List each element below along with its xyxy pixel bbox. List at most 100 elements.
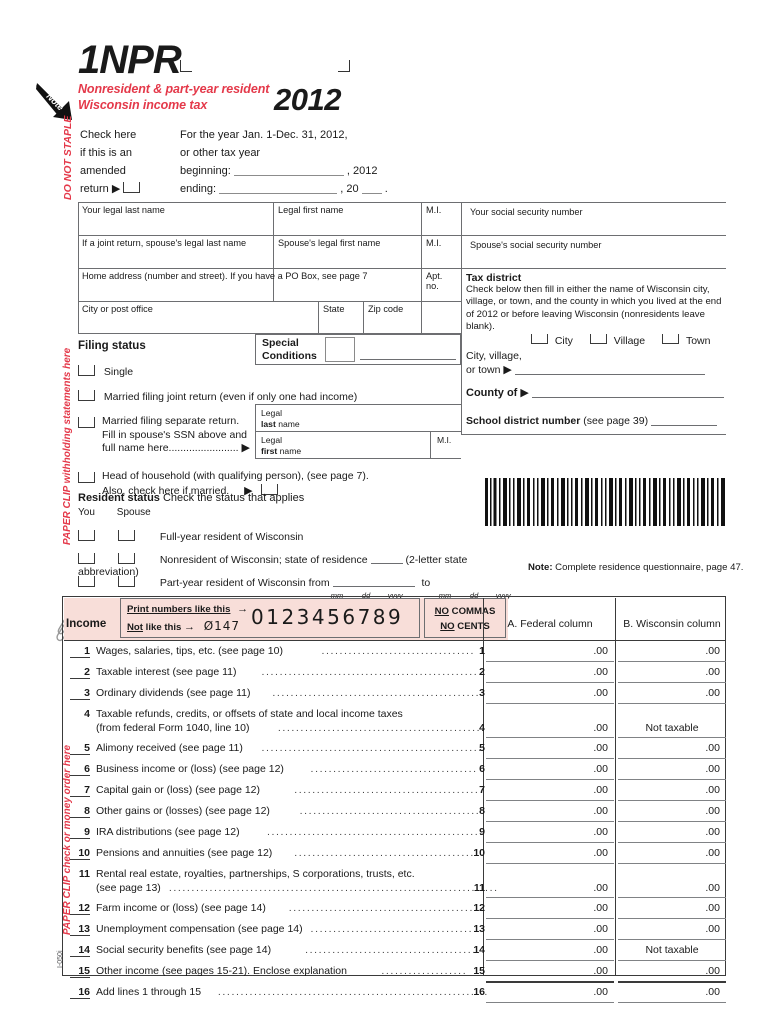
- checkbox-married-joint[interactable]: [78, 390, 95, 401]
- checkbox-village[interactable]: [589, 334, 607, 344]
- income-amount-wisconsin[interactable]: .00: [618, 826, 726, 838]
- city-village-town-input[interactable]: [514, 363, 705, 375]
- income-amount-federal[interactable]: .00: [486, 847, 614, 859]
- city-village-town-label-1: City, village,: [466, 350, 522, 362]
- income-amount-federal[interactable]: .00: [486, 722, 614, 734]
- income-amount-wisconsin[interactable]: .00: [618, 923, 726, 935]
- label-spouse-legal-first: Legal first name: [257, 433, 305, 458]
- income-row-number-right: 13: [473, 923, 485, 935]
- label-apt-no: Apt. no.: [426, 271, 443, 291]
- income-amount-federal[interactable]: .00: [486, 986, 614, 998]
- income-row: 2 Taxable interest (see page 11).........…: [62, 663, 726, 684]
- leader-dots: ........................................…: [288, 902, 479, 914]
- label-spouse-legal-last: Legal last name: [257, 406, 304, 431]
- label-spouse-last-name: If a joint return, spouse's legal last n…: [82, 238, 247, 248]
- income-rule-wisconsin: [618, 682, 726, 684]
- mfs-line2: Fill in spouse's SSN above and: [102, 428, 248, 441]
- income-amount-federal[interactable]: .00: [486, 645, 614, 657]
- checkbox-married-separate[interactable]: [78, 417, 95, 428]
- option-town-label: Town: [685, 335, 711, 347]
- income-amount-wisconsin[interactable]: .00: [618, 645, 726, 657]
- tax-district-block: Tax district Check below then fill in ei…: [466, 272, 722, 333]
- income-amount-federal[interactable]: .00: [486, 763, 614, 775]
- income-amount-federal[interactable]: .00: [486, 742, 614, 754]
- income-amount-federal[interactable]: .00: [486, 965, 614, 977]
- checkbox-spouse-part-year[interactable]: [117, 576, 135, 587]
- part-year-from-input[interactable]: [332, 576, 415, 587]
- resident-status-subtitle: Check the status that applies: [162, 492, 305, 504]
- crop-mark-top-left: [180, 60, 192, 72]
- income-amount-federal[interactable]: .00: [486, 687, 614, 699]
- income-amount-federal[interactable]: .00: [486, 902, 614, 914]
- amended-checkbox[interactable]: [123, 182, 141, 193]
- period-ending-row: ending: , 20 .: [180, 180, 410, 198]
- income-row-number: 7: [70, 784, 90, 797]
- income-amount-wisconsin[interactable]: .00: [618, 763, 726, 775]
- resident-row-full-label: Full-year resident of Wisconsin: [159, 531, 304, 543]
- filing-status-title: Filing status: [78, 340, 146, 352]
- checkbox-single[interactable]: [78, 365, 95, 376]
- no-cents-no: NO: [440, 621, 455, 632]
- income-amount-federal[interactable]: .00: [486, 805, 614, 817]
- spouse-last-word-name: name: [275, 418, 300, 429]
- income-amount-wisconsin[interactable]: .00: [618, 687, 726, 699]
- income-rule-federal: [486, 800, 614, 802]
- income-amount-wisconsin[interactable]: .00: [618, 847, 726, 859]
- checkbox-spouse-full-year[interactable]: [117, 530, 135, 541]
- beginning-input[interactable]: [233, 164, 344, 176]
- income-amount-wisconsin[interactable]: .00: [618, 902, 726, 914]
- filing-status-separate-row: Married filing separate return. Fill in …: [78, 415, 268, 456]
- income-amount-wisconsin[interactable]: .00: [618, 805, 726, 817]
- period-line1: For the year Jan. 1-Dec. 31, 2012,: [180, 129, 348, 141]
- income-amount-wisconsin[interactable]: .00: [618, 882, 726, 894]
- income-amount-federal[interactable]: .00: [486, 784, 614, 796]
- income-row-number: 15: [70, 965, 90, 978]
- arrow-icon: ▶: [111, 183, 121, 195]
- option-city-label: City: [554, 335, 573, 347]
- income-amount-federal[interactable]: .00: [486, 826, 614, 838]
- income-row-label: Unemployment compensation (see page 14): [96, 923, 303, 935]
- income-row-number-right: 1: [479, 645, 485, 657]
- tax-period-block: For the year Jan. 1-Dec. 31, 2012, or ot…: [180, 126, 410, 198]
- period-line2: or other tax year: [180, 147, 261, 159]
- checkbox-you-part-year[interactable]: [78, 576, 95, 587]
- checkbox-you-full-year[interactable]: [78, 530, 95, 541]
- checkbox-city[interactable]: [530, 334, 548, 344]
- checkbox-town[interactable]: [662, 334, 680, 344]
- income-amount-wisconsin[interactable]: .00: [618, 666, 726, 678]
- number-sample-box: Print numbers like this → Not like this …: [120, 598, 420, 638]
- amended-line2: if this is an: [80, 147, 132, 159]
- income-amount-federal[interactable]: .00: [486, 882, 614, 894]
- arrow-right-icon: →: [237, 603, 249, 615]
- income-amount-wisconsin[interactable]: .00: [618, 965, 726, 977]
- income-amount-wisconsin[interactable]: .00: [618, 742, 726, 754]
- income-amount-wisconsin[interactable]: .00: [618, 784, 726, 796]
- state-of-residence-input[interactable]: [370, 553, 403, 564]
- checkbox-head-of-household[interactable]: [78, 472, 95, 483]
- checkbox-you-nonresident[interactable]: [78, 553, 95, 564]
- ending-year-input[interactable]: [361, 182, 382, 194]
- rightcol-hline-top: [461, 202, 726, 204]
- income-rule-wisconsin: [618, 779, 726, 781]
- income-rule-federal: [486, 939, 614, 941]
- checkbox-spouse-nonresident[interactable]: [117, 553, 135, 564]
- income-row-number: 2: [70, 666, 90, 679]
- income-row: 8 Other gains or (losses) (see page 12)..…: [62, 802, 726, 823]
- income-amount-wisconsin[interactable]: .00: [618, 986, 726, 998]
- leader-dots: ........................................…: [168, 882, 499, 894]
- county-input[interactable]: [531, 386, 724, 398]
- school-district-input[interactable]: [651, 414, 717, 426]
- leader-dots: ........................................: [299, 805, 481, 817]
- income-rule-wisconsin: [618, 897, 726, 899]
- ending-input[interactable]: [219, 182, 338, 194]
- income-row-number: 11: [78, 868, 90, 880]
- income-amount-federal[interactable]: .00: [486, 666, 614, 678]
- income-amount-federal[interactable]: .00: [486, 944, 614, 956]
- arrow-icon: ▶: [520, 387, 529, 399]
- special-conditions-rule[interactable]: [360, 359, 456, 360]
- label-mi: M.I.: [426, 205, 442, 215]
- leader-dots: ........................................…: [277, 722, 486, 734]
- income-amount-federal[interactable]: .00: [486, 923, 614, 935]
- rightcol-hline-bottom: [461, 434, 726, 436]
- leader-dots: ........................................…: [217, 986, 489, 998]
